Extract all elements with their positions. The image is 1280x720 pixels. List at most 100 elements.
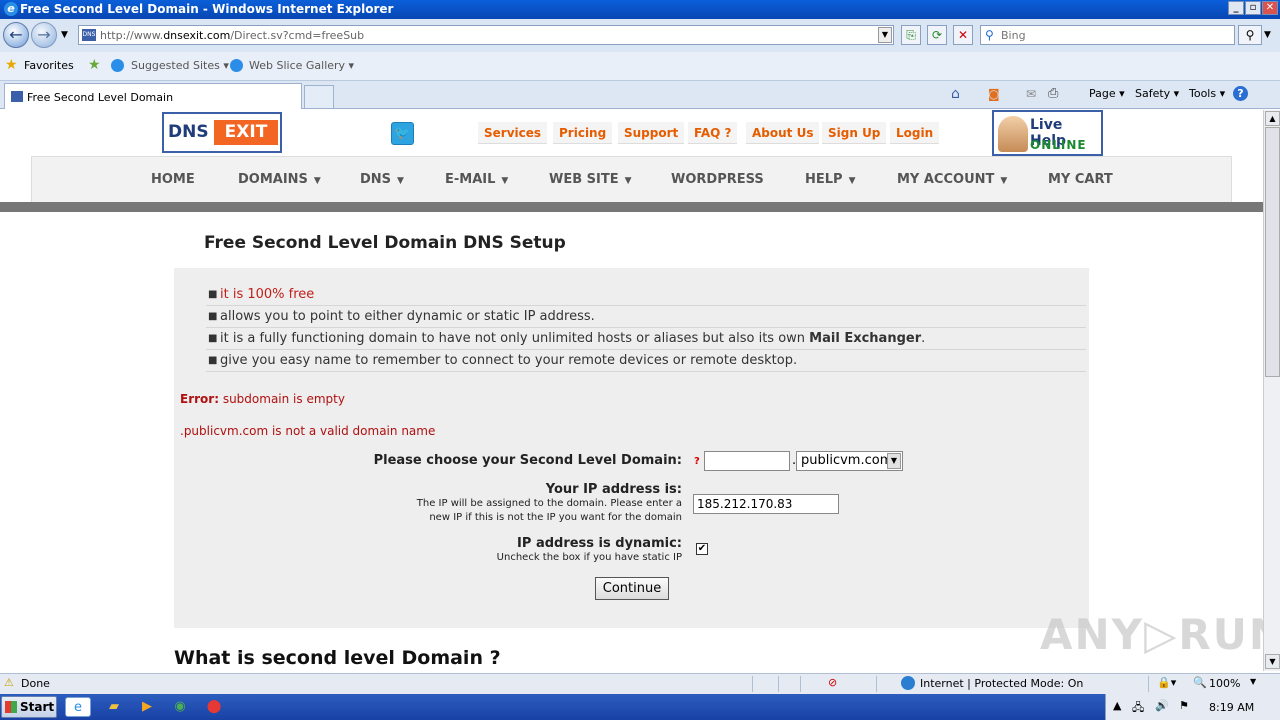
address-dropdown-icon[interactable]: ▼ [878, 27, 892, 43]
services-link[interactable]: Services [478, 122, 548, 144]
faq-link[interactable]: FAQ ? [688, 122, 738, 144]
login-link[interactable]: Login [890, 122, 940, 144]
back-button[interactable]: ← [3, 22, 29, 48]
status-divider [752, 676, 753, 692]
refresh-icon[interactable]: ⟳ [927, 25, 947, 45]
clock[interactable]: 8:19 AM [1209, 701, 1254, 714]
volume-icon[interactable]: 🔊 [1155, 699, 1169, 712]
ip-hint: The IP will be assigned to the domain. P… [416, 498, 682, 523]
security-zone[interactable]: Internet | Protected Mode: On [920, 677, 1083, 690]
logo-exit-text: EXIT [214, 120, 278, 145]
tab-favicon-icon [11, 91, 23, 102]
web-slice-gallery-link[interactable]: Web Slice Gallery ▾ [249, 59, 354, 72]
nav-domains[interactable]: DOMAINS ▼ [238, 157, 321, 203]
nav-home[interactable]: HOME [151, 157, 195, 203]
feature-item: ■ give you easy name to remember to conne… [206, 350, 1086, 372]
status-divider [876, 676, 877, 692]
address-bar[interactable]: DNS http://www.dnsexit.com/Direct.sv?cmd… [78, 25, 894, 45]
favorites-star-icon: ★ [5, 57, 18, 73]
pricing-link[interactable]: Pricing [553, 122, 613, 144]
feature-item: ■ it is 100% free [206, 284, 1086, 306]
suggested-sites-link[interactable]: Suggested Sites ▾ [131, 59, 229, 72]
live-help-widget[interactable]: Live Help ONLINE [992, 110, 1103, 156]
domain-help-icon[interactable]: ? [694, 456, 700, 467]
forward-button[interactable]: → [31, 22, 57, 48]
add-favorite-icon[interactable]: ★ [88, 57, 101, 73]
nav-help[interactable]: HELP ▼ [805, 157, 856, 203]
scroll-thumb[interactable] [1265, 127, 1280, 377]
sign-up-link[interactable]: Sign Up [822, 122, 887, 144]
zoom-dropdown-icon[interactable]: ▼ [1250, 677, 1256, 686]
recent-pages-dropdown-icon[interactable]: ▼ [61, 30, 68, 40]
globe-icon [901, 676, 915, 690]
tab-active[interactable]: Free Second Level Domain [4, 83, 302, 109]
subdomain-input[interactable] [704, 451, 790, 471]
chevron-down-icon: ▼ [848, 176, 856, 186]
maximize-button[interactable]: ▫ [1245, 1, 1261, 15]
network-icon[interactable]: 🖧 [1132, 699, 1144, 718]
vertical-scrollbar[interactable]: ▲ ▼ [1263, 110, 1280, 671]
nav-dns[interactable]: DNS ▼ [360, 157, 404, 203]
read-mail-icon[interactable]: ✉ [1026, 87, 1036, 101]
search-input[interactable] [1001, 28, 1229, 42]
chrome-icon[interactable]: ◉ [167, 697, 193, 717]
twitter-icon[interactable]: 🐦 [391, 122, 414, 145]
warning-icon: ⚠ [4, 676, 14, 689]
new-tab-button[interactable] [304, 85, 334, 109]
antivirus-icon[interactable]: ⬤ [201, 697, 227, 717]
help-icon[interactable]: ? [1233, 86, 1248, 101]
compatibility-view-icon[interactable]: ⎘ [901, 25, 921, 45]
minimize-button[interactable]: _ [1228, 1, 1244, 15]
zoom-level[interactable]: 100% [1209, 677, 1240, 690]
dnsexit-logo[interactable]: DNS EXIT [162, 112, 282, 153]
nav-my-cart[interactable]: MY CART [1048, 157, 1113, 203]
ip-address-input[interactable] [693, 494, 839, 514]
main-navigation: HOME DOMAINS ▼ DNS ▼ E-MAIL ▼ WEB SITE ▼ WOR… [31, 156, 1232, 202]
print-icon[interactable]: ⎙ [1048, 86, 1058, 101]
dynamic-ip-checkbox[interactable]: ✔ [696, 543, 708, 555]
action-center-flag-icon[interactable]: ⚑ [1179, 699, 1189, 712]
nav-wordpress[interactable]: WORDPRESS [671, 157, 764, 203]
scroll-down-icon[interactable]: ▼ [1265, 654, 1280, 669]
chevron-down-icon: ▼ [887, 453, 901, 469]
search-button[interactable]: ⚲ [1238, 25, 1262, 45]
domain-select[interactable]: publicvm.com ▼ [796, 451, 903, 471]
stop-icon[interactable]: ✕ [953, 25, 973, 45]
explorer-folder-icon[interactable]: ▰ [101, 697, 127, 717]
feature-item: ■ it is a fully functioning domain to hav… [206, 328, 1086, 350]
error-message: Error: subdomain is empty [180, 392, 345, 406]
popup-blocker-icon[interactable]: ⊘ [828, 676, 837, 689]
support-link[interactable]: Support [618, 122, 685, 144]
search-options-icon[interactable]: ▼ [1264, 30, 1271, 40]
about-us-link[interactable]: About Us [746, 122, 820, 144]
scroll-up-icon[interactable]: ▲ [1265, 111, 1280, 126]
feeds-icon[interactable]: ◙ [988, 87, 1000, 101]
nav-my-account[interactable]: MY ACCOUNT ▼ [897, 157, 1007, 203]
start-button[interactable]: Start [1, 696, 57, 718]
navigation-bar: ← → ▼ DNS http://www.dnsexit.com/Direct.… [0, 19, 1280, 52]
favorites-button[interactable]: Favorites [24, 59, 74, 72]
domain-select-value: publicvm.com [801, 453, 893, 468]
home-icon[interactable]: ⌂ [951, 86, 960, 102]
logo-dns-text: DNS [168, 122, 209, 142]
close-window-button[interactable]: ✕ [1262, 1, 1278, 15]
status-divider [1148, 676, 1149, 692]
windows-taskbar: Start e ▰ ▶ ◉ ⬤ ▲ 🖧 🔊 ⚑ 8:19 AM [0, 694, 1280, 720]
nav-email[interactable]: E-MAIL ▼ [445, 157, 508, 203]
chevron-down-icon: ▼ [313, 176, 321, 186]
show-hidden-icons[interactable]: ▲ [1113, 699, 1121, 712]
ie-page-icon [111, 59, 124, 72]
nav-website[interactable]: WEB SITE ▼ [549, 157, 632, 203]
safety-menu[interactable]: Safety ▾ [1135, 87, 1179, 100]
media-player-icon[interactable]: ▶ [134, 697, 160, 717]
search-box[interactable]: ⚲ [980, 25, 1235, 45]
tools-menu[interactable]: Tools ▾ [1189, 87, 1225, 100]
ie-taskbar-icon[interactable]: e [65, 697, 91, 717]
window-title: Free Second Level Domain - Windows Inter… [20, 2, 394, 16]
support-agent-avatar [998, 116, 1028, 152]
continue-button[interactable]: Continue [595, 577, 669, 600]
protected-mode-icon[interactable]: 🔒▾ [1157, 676, 1176, 689]
chevron-down-icon: ▼ [624, 176, 632, 186]
page-menu[interactable]: Page ▾ [1089, 87, 1125, 100]
dynamic-ip-hint: Uncheck the box if you have static IP [496, 552, 682, 563]
